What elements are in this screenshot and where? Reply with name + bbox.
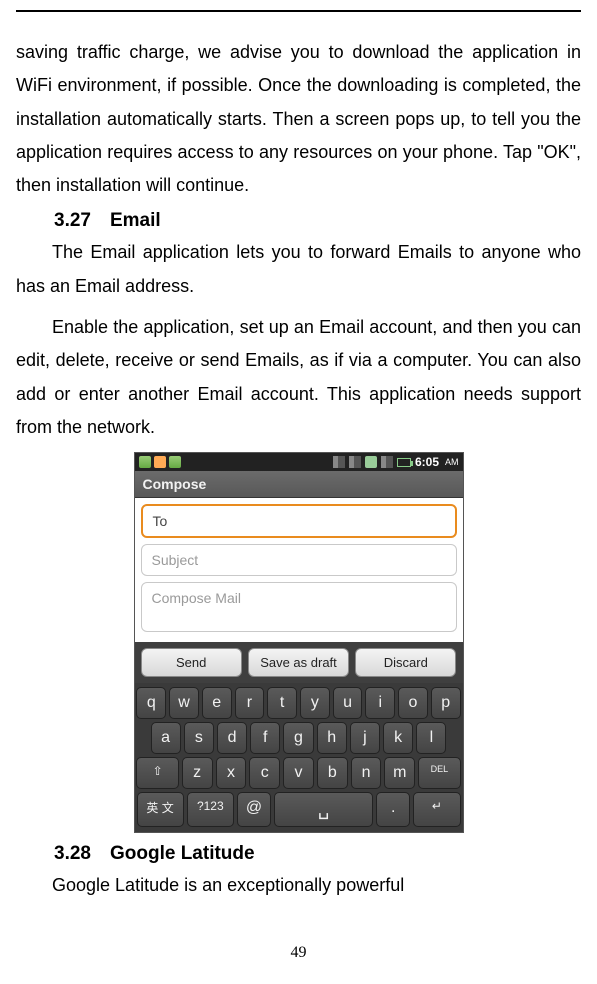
top-rule <box>16 10 581 12</box>
paragraph-latitude: Google Latitude is an exceptionally powe… <box>16 869 581 902</box>
subject-field[interactable]: Subject <box>141 544 457 576</box>
key-w[interactable]: w <box>169 687 199 719</box>
status-time: 6:05 <box>415 455 439 469</box>
battery-icon <box>397 458 411 467</box>
section-heading-email: 3.27 Email <box>54 210 581 232</box>
key-j[interactable]: j <box>350 722 380 754</box>
keyboard-row-4: 英 文 ?123 @ ␣ . ↵ <box>137 792 461 827</box>
section-heading-latitude: 3.28 Google Latitude <box>54 843 581 865</box>
key-DEL[interactable]: DEL <box>418 757 460 789</box>
key-m[interactable]: m <box>384 757 415 789</box>
section-title: Google Latitude <box>110 843 255 864</box>
key-g[interactable]: g <box>283 722 313 754</box>
key-c[interactable]: c <box>249 757 280 789</box>
paragraph-email-2: Enable the application, set up an Email … <box>16 311 581 444</box>
key-i[interactable]: i <box>365 687 395 719</box>
body-field[interactable]: Compose Mail <box>141 582 457 632</box>
status-icon <box>139 456 151 468</box>
lang-key[interactable]: 英 文 <box>137 792 184 827</box>
cell-icon <box>381 456 393 468</box>
key-t[interactable]: t <box>267 687 297 719</box>
to-field[interactable]: To <box>141 504 457 538</box>
key-a[interactable]: a <box>151 722 181 754</box>
status-icon <box>154 456 166 468</box>
keyboard: qwertyuiop asdfghjkl ⇧zxcvbnmDEL 英 文 ?12… <box>135 683 463 832</box>
key-l[interactable]: l <box>416 722 446 754</box>
paragraph-email-1: The Email application lets you to forwar… <box>16 236 581 303</box>
keyboard-row-3: ⇧zxcvbnmDEL <box>137 757 461 789</box>
section-number: 3.28 <box>54 843 91 864</box>
save-draft-button[interactable]: Save as draft <box>248 648 349 677</box>
key-y[interactable]: y <box>300 687 330 719</box>
signal-icon <box>333 456 345 468</box>
key-z[interactable]: z <box>182 757 213 789</box>
key-h[interactable]: h <box>317 722 347 754</box>
key-e[interactable]: e <box>202 687 232 719</box>
key-v[interactable]: v <box>283 757 314 789</box>
status-bar: 6:05 AM <box>135 453 463 471</box>
key-r[interactable]: r <box>235 687 265 719</box>
page-number: 49 <box>0 944 597 962</box>
key-o[interactable]: o <box>398 687 428 719</box>
key-f[interactable]: f <box>250 722 280 754</box>
embedded-screenshot: 6:05 AM Compose To Subject Compose Mail S… <box>134 452 464 833</box>
compose-buttons: Send Save as draft Discard <box>135 642 463 683</box>
key-p[interactable]: p <box>431 687 461 719</box>
signal-icon <box>349 456 361 468</box>
send-button[interactable]: Send <box>141 648 242 677</box>
status-icon <box>169 456 181 468</box>
section-number: 3.27 <box>54 210 91 231</box>
symbols-key[interactable]: ?123 <box>187 792 234 827</box>
key-⇧[interactable]: ⇧ <box>136 757 178 789</box>
key-n[interactable]: n <box>351 757 382 789</box>
paragraph-intro: saving traffic charge, we advise you to … <box>16 36 581 202</box>
key-d[interactable]: d <box>217 722 247 754</box>
keyboard-row-1: qwertyuiop <box>137 687 461 719</box>
key-x[interactable]: x <box>216 757 247 789</box>
compose-fields: To Subject Compose Mail <box>135 498 463 642</box>
discard-button[interactable]: Discard <box>355 648 456 677</box>
enter-key[interactable]: ↵ <box>413 792 460 827</box>
network-icon <box>365 456 377 468</box>
section-title: Email <box>110 210 161 231</box>
status-ampm: AM <box>445 457 459 467</box>
key-k[interactable]: k <box>383 722 413 754</box>
key-q[interactable]: q <box>136 687 166 719</box>
key-u[interactable]: u <box>333 687 363 719</box>
key-s[interactable]: s <box>184 722 214 754</box>
compose-header: Compose <box>135 471 463 498</box>
at-key[interactable]: @ <box>237 792 271 827</box>
keyboard-row-2: asdfghjkl <box>137 722 461 754</box>
space-key[interactable]: ␣ <box>274 792 373 827</box>
key-b[interactable]: b <box>317 757 348 789</box>
dot-key[interactable]: . <box>376 792 410 827</box>
